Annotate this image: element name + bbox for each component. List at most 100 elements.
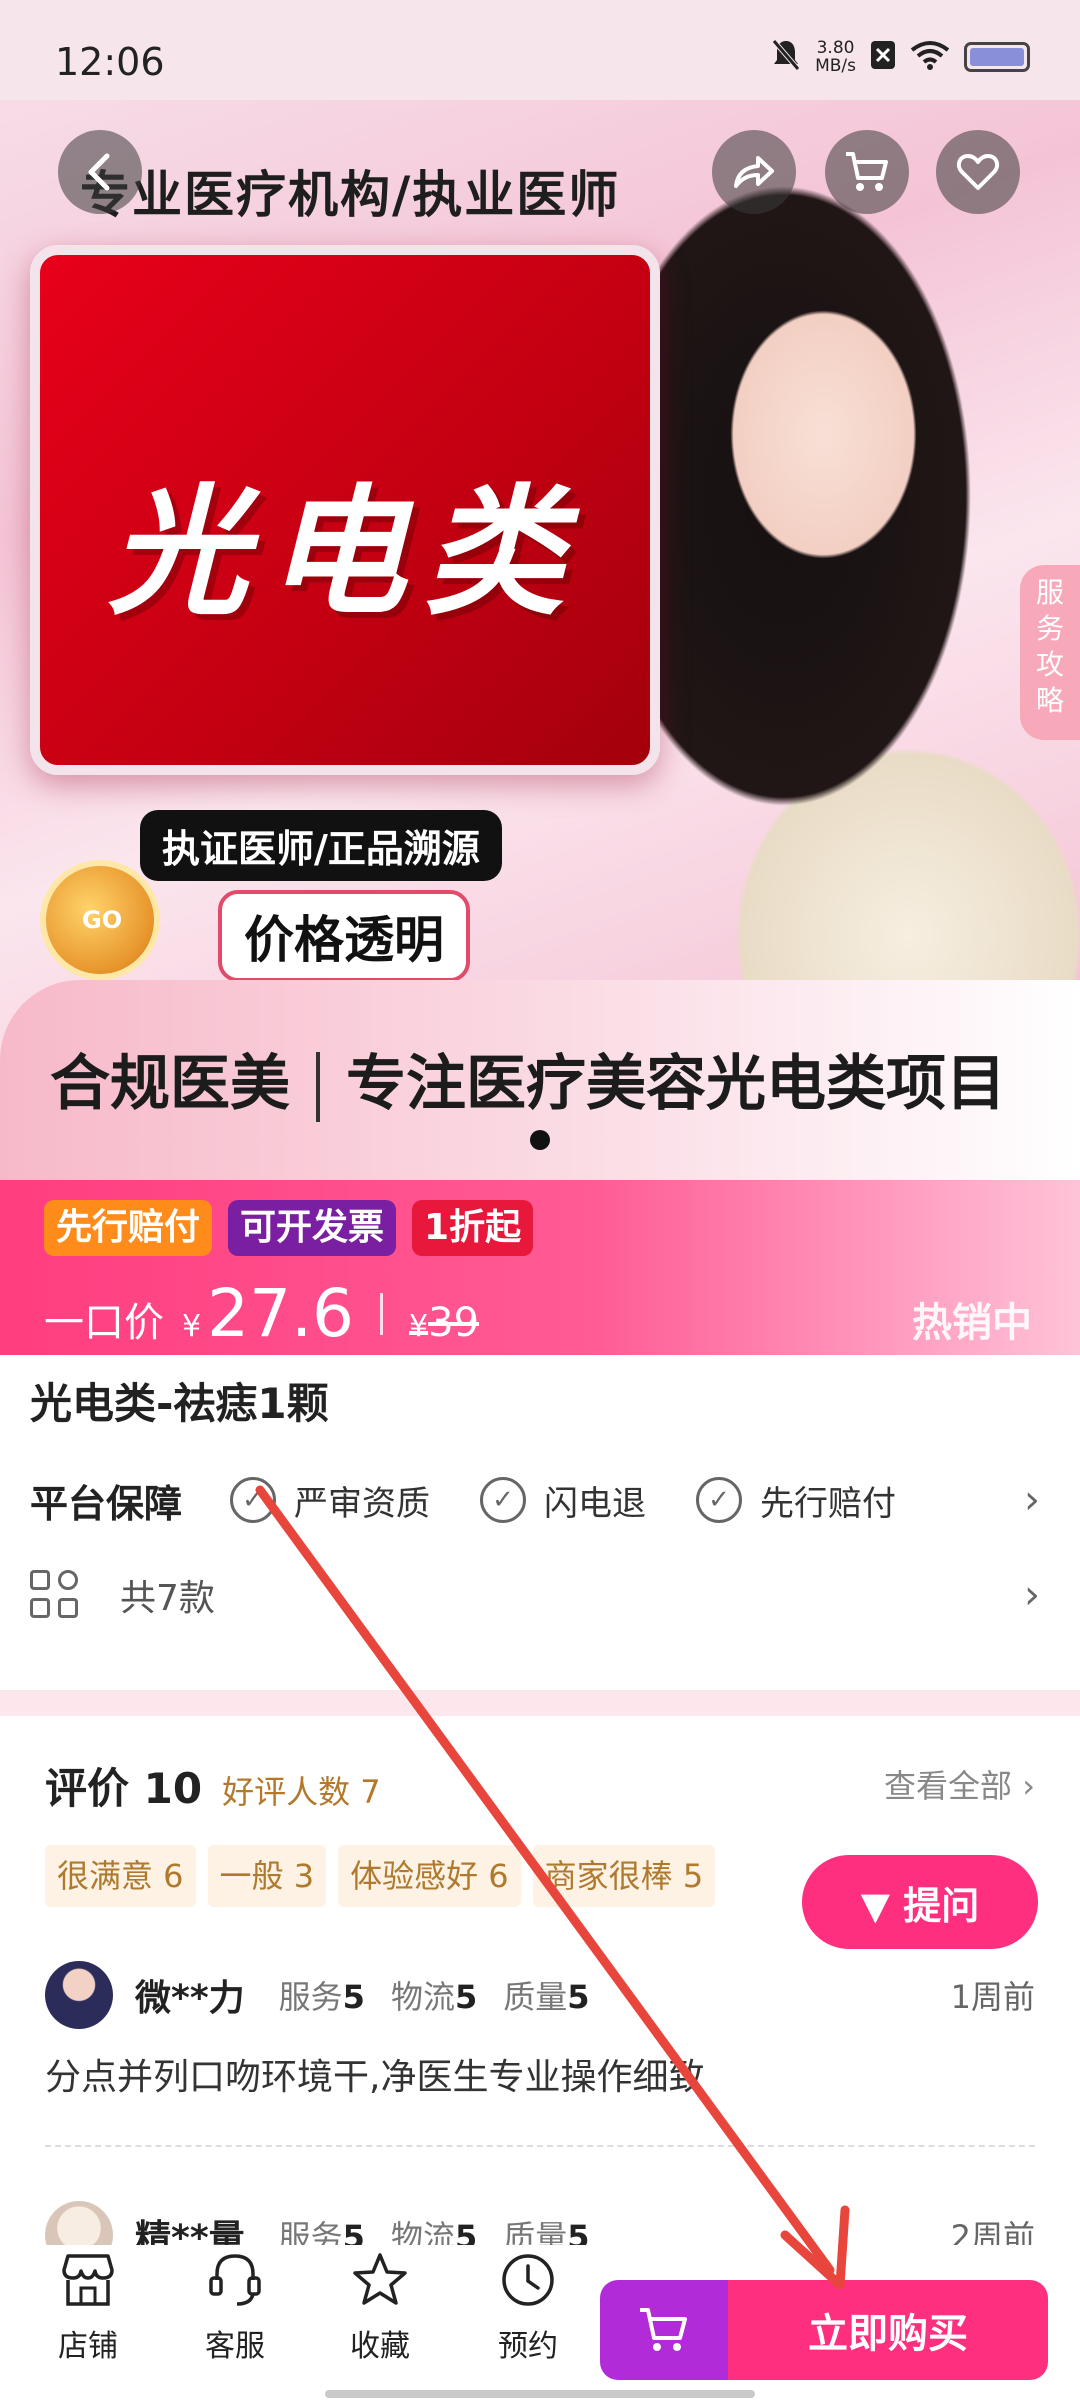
guarantee-item-label: 闪电退 (544, 1483, 647, 1524)
variant-count: 共7款 (120, 1578, 215, 1619)
reviewer-name: 微**力 (135, 1978, 245, 2019)
guarantee-label: 平台保障 (30, 1481, 183, 1526)
price-divider (380, 1292, 384, 1335)
hero-certified-tag: 执证医师/正品溯源 (140, 810, 502, 881)
score-logistics: 物流5 (391, 1972, 477, 2018)
booking-button[interactable]: 预约 (478, 2245, 578, 2365)
customer-service-button[interactable]: 客服 (185, 2245, 285, 2365)
product-title: 光电类-祛痣1颗 (30, 1379, 329, 1428)
hero-subtitle: 专业医疗机构/执业医师 (80, 166, 621, 224)
store-label: 店铺 (58, 2329, 118, 2364)
sale-status: 热销中 (912, 1300, 1032, 1346)
score-service-value: 5 (342, 1978, 365, 2016)
guarantee-item: ✓ 严审资质 (230, 1476, 430, 1525)
back-button[interactable] (58, 130, 142, 214)
go-badge-icon: GO (40, 860, 160, 980)
chevron-right-icon: › (1024, 1572, 1040, 1618)
purchase-group: 立即购买 (600, 2280, 1048, 2380)
hero-bottom-divider (316, 1052, 320, 1123)
check-icon: ✓ (480, 1477, 527, 1523)
reviews-header: 评价 10 好评人数 7 查看全部 › (45, 1755, 1035, 1815)
review-header: 微**力 服务5 物流5 质量5 1周前 (45, 1960, 1035, 2030)
back-arrow-icon (88, 153, 110, 191)
price-currency: ¥ (182, 1309, 202, 1344)
status-bar: 12:06 3.80 MB/s (0, 0, 1080, 100)
category-card: 光电类 (30, 245, 660, 775)
service-guide-tab[interactable]: 服务攻略 (1020, 565, 1080, 740)
favorite-button[interactable] (936, 130, 1020, 214)
guarantee-item-label: 严审资质 (294, 1483, 431, 1524)
network-speed-value: 3.80 (816, 38, 855, 58)
sim-off-icon (870, 40, 896, 74)
hero-bottom-right: 专注医疗美容光电类项目 (346, 1049, 1006, 1119)
platform-guarantee-row[interactable]: 平台保障 ✓ 严审资质 ✓ 闪电退 ✓ 先行赔付 › (30, 1470, 1040, 1530)
hero-price-tag: 价格透明 (218, 890, 470, 982)
reviews-title: 评价 10 (45, 1764, 203, 1813)
promo-badges: 先行赔付 可开发票 1折起 (44, 1200, 534, 1256)
guarantee-item: ✓ 闪电退 (480, 1476, 646, 1525)
clock-icon (478, 2245, 578, 2315)
home-indicator (325, 2390, 755, 2398)
go-badge-label: GO (82, 906, 123, 934)
booking-label: 预约 (498, 2329, 558, 2364)
variant-selector-row[interactable]: 共7款 › (30, 1560, 1040, 1630)
price-label: 一口价 (44, 1300, 164, 1346)
badge-invoice: 可开发票 (228, 1200, 397, 1256)
badge-compensation: 先行赔付 (44, 1200, 213, 1256)
network-speed: 3.80 MB/s (815, 39, 856, 75)
buy-now-button[interactable]: 立即购买 (728, 2280, 1048, 2380)
original-price-value: 39 (428, 1300, 480, 1346)
cart-icon (846, 152, 888, 191)
status-time: 12:06 (55, 40, 165, 84)
status-icons: 3.80 MB/s (771, 38, 1030, 76)
original-price: ¥39 (409, 1300, 479, 1346)
headset-icon (185, 2245, 285, 2315)
good-review-count: 好评人数 7 (222, 1773, 381, 1811)
wifi-icon (910, 40, 950, 74)
category-card-title: 光电类 (107, 472, 582, 635)
hero-bottom-strip: 合规医美 专注医疗美容光电类项目 (0, 980, 1080, 1180)
badge-discount: 1折起 (412, 1200, 534, 1256)
share-button[interactable] (712, 130, 796, 214)
ask-question-button[interactable]: ▼ 提问 (802, 1855, 1038, 1949)
review-tag[interactable]: 体验感好 6 (338, 1845, 521, 1907)
product-hero-banner[interactable]: 光电类 专业医疗机构/执业医师 GO 执证医师/正品溯源 价格透明 合规医美 专注… (0, 100, 1080, 1180)
score-logistics-label: 物流 (390, 1978, 455, 2016)
review-text: 分点并列口吻环境干,净医生专业操作细致 (45, 2057, 705, 2098)
view-all-label: 查看全部 (884, 1767, 1013, 1805)
hero-bottom-left: 合规医美 (50, 1049, 290, 1119)
review-item: 微**力 服务5 物流5 质量5 1周前 分点并列口吻环境干,净医生专业操作细致 (45, 1960, 1035, 2100)
current-price: 27.6 (207, 1275, 355, 1352)
bottom-action-bar: 店铺 客服 收藏 预约 立即购买 (0, 2245, 1080, 2408)
avatar (45, 1961, 113, 2029)
score-quality-label: 质量 (503, 1978, 568, 2016)
score-service: 服务5 (279, 1972, 365, 2018)
score-quality-value: 5 (567, 1978, 590, 2016)
original-price-currency: ¥ (409, 1309, 429, 1344)
favorite-label: 收藏 (350, 2329, 410, 2364)
store-button[interactable]: 店铺 (38, 2245, 138, 2365)
view-all-reviews-link[interactable]: 查看全部 › (884, 1761, 1035, 1807)
service-label: 客服 (205, 2329, 265, 2364)
review-tag[interactable]: 一般 3 (207, 1845, 327, 1907)
review-time: 1周前 (950, 1978, 1035, 2016)
hero-bottom-text: 合规医美 专注医疗美容光电类项目 (50, 1035, 1006, 1123)
section-divider (0, 1690, 1080, 1716)
guarantee-item-label: 先行赔付 (760, 1483, 897, 1524)
guarantee-item: ✓ 先行赔付 (696, 1476, 896, 1525)
review-divider (45, 2145, 1035, 2147)
star-icon (330, 2245, 430, 2315)
chevron-right-icon: › (1024, 1477, 1040, 1523)
favorite-bar-button[interactable]: 收藏 (330, 2245, 430, 2365)
check-icon: ✓ (230, 1477, 277, 1523)
battery-icon (964, 42, 1030, 72)
add-to-cart-button[interactable] (600, 2280, 728, 2380)
carousel-indicator (530, 1130, 550, 1150)
review-tag[interactable]: 商家很棒 5 (532, 1845, 716, 1907)
score-service-label: 服务 (278, 1978, 343, 2016)
score-logistics-value: 5 (454, 1978, 478, 2016)
cart-button[interactable] (825, 130, 909, 214)
check-icon: ✓ (696, 1477, 743, 1523)
review-tag[interactable]: 很满意 6 (45, 1845, 196, 1907)
price-band: 先行赔付 可开发票 1折起 一口价 ¥ 27.6 ¥39 热销中 (0, 1180, 1080, 1355)
